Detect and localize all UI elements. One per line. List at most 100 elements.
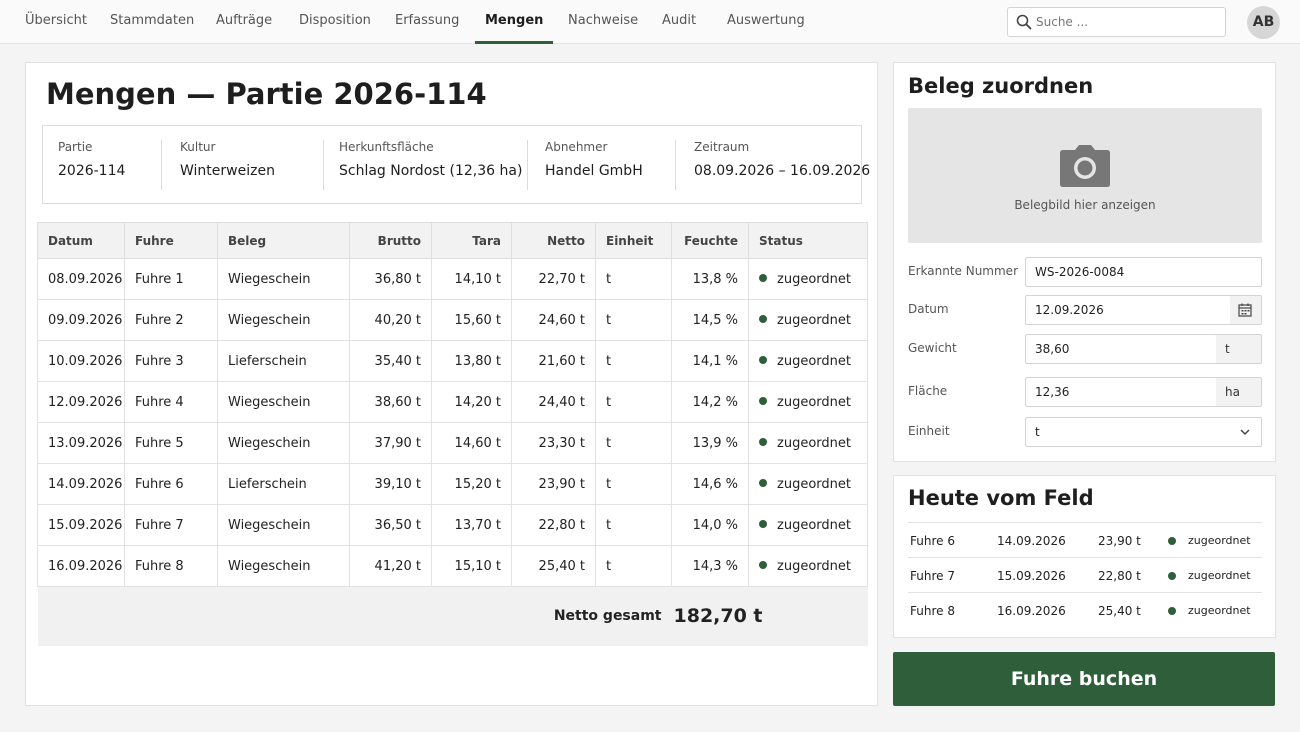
label-erkannte-nummer: Erkannte Nummer [908, 264, 1018, 278]
lot-info-card: Partie 2026-114 Kultur Winterweizen Herk… [42, 125, 870, 204]
avatar[interactable]: AB [1247, 6, 1280, 39]
column-header-fuhre[interactable]: Fuhre [124, 222, 218, 259]
table-row[interactable]: 14.09.2026 Fuhre 6 Lieferschein 39,10 t 15,2… [37, 463, 868, 505]
cell-feuchte: 14,1 % [671, 340, 749, 382]
feed-date: 14.09.2026 [997, 534, 1066, 548]
area-unit-suffix: ha [1216, 377, 1262, 407]
status-dot-icon [759, 519, 767, 528]
today-panel-title: Heute vom Feld [908, 486, 1094, 510]
feed-row[interactable]: Fuhre 6 14.09.2026 23,90 t zugeordnet [908, 522, 1262, 557]
nav-item-audit[interactable]: Audit [662, 0, 696, 44]
nav-item-disposition[interactable]: Disposition [299, 0, 371, 44]
column-header-status[interactable]: Status [748, 222, 868, 259]
cell-tara: 15,60 t [431, 299, 512, 341]
info-zeitraum: Zeitraum 08.09.2026 – 16.09.2026 [694, 140, 870, 190]
feed-row[interactable]: Fuhre 8 16.09.2026 25,40 t zugeordnet [908, 592, 1262, 627]
nav-item-nachweise[interactable]: Nachweise [568, 0, 638, 44]
cell-feuchte: 14,0 % [671, 504, 749, 546]
unit-select-value: t [1035, 425, 1040, 439]
table-row[interactable]: 08.09.2026 Fuhre 1 Wiegeschein 36,80 t 14,10… [37, 258, 868, 300]
cell-brutto: 39,10 t [349, 463, 432, 505]
label-einheit: Einheit [908, 424, 950, 438]
cell-datum: 16.09.2026 [37, 545, 125, 587]
nav-item-auftraege[interactable]: Aufträge [216, 0, 272, 44]
info-label: Abnehmer [545, 140, 608, 154]
feed-row[interactable]: Fuhre 7 15.09.2026 22,80 t zugeordnet [908, 557, 1262, 592]
assign-panel-title: Beleg zuordnen [908, 74, 1094, 98]
search-input[interactable] [1036, 8, 1221, 36]
document-image-placeholder[interactable]: Belegbild hier anzeigen [908, 108, 1262, 243]
cell-einheit: t [595, 258, 672, 300]
column-header-beleg[interactable]: Beleg [217, 222, 350, 259]
column-header-brutto[interactable]: Brutto [349, 222, 432, 259]
info-label: Partie [58, 140, 93, 154]
cell-netto: 25,40 t [511, 545, 596, 587]
chevron-down-icon [1240, 429, 1250, 436]
date-picker-button[interactable] [1230, 295, 1262, 325]
page-title: Mengen — Partie 2026-114 [46, 77, 487, 111]
info-value: Schlag Nordost (12,36 ha) [339, 163, 523, 179]
nav-item-auswertung[interactable]: Auswertung [727, 0, 805, 44]
cell-status: zugeordnet [748, 545, 868, 587]
status-label: zugeordnet [777, 558, 851, 574]
column-header-tara[interactable]: Tara [431, 222, 512, 259]
table-row[interactable]: 13.09.2026 Fuhre 5 Wiegeschein 37,90 t 14,60… [37, 422, 868, 464]
feed-fuhre: Fuhre 6 [910, 534, 955, 548]
total-value: 182,70 t [671, 586, 868, 646]
info-value: 2026-114 [58, 163, 126, 179]
area-input[interactable] [1025, 377, 1217, 407]
table-row[interactable]: 10.09.2026 Fuhre 3 Lieferschein 35,40 t 13,8… [37, 340, 868, 382]
cell-datum: 10.09.2026 [37, 340, 125, 382]
column-header-netto[interactable]: Netto [511, 222, 596, 259]
feed-fuhre: Fuhre 7 [910, 569, 955, 583]
column-header-einheit[interactable]: Einheit [595, 222, 672, 259]
feed-date: 16.09.2026 [997, 604, 1066, 618]
cell-status: zugeordnet [748, 381, 868, 423]
weight-input[interactable] [1025, 334, 1217, 364]
info-label: Herkunftsfläche [339, 140, 434, 154]
divider [675, 140, 676, 190]
recognized-number-input[interactable] [1025, 257, 1262, 287]
feed-netto: 23,90 t [1098, 534, 1141, 548]
cell-beleg: Wiegeschein [217, 422, 350, 464]
table-row[interactable]: 12.09.2026 Fuhre 4 Wiegeschein 38,60 t 14,20… [37, 381, 868, 423]
nav-item-stammdaten[interactable]: Stammdaten [110, 0, 194, 44]
date-input[interactable] [1025, 295, 1231, 325]
cell-beleg: Wiegeschein [217, 545, 350, 587]
cell-tara: 14,20 t [431, 381, 512, 423]
calendar-icon [1238, 303, 1252, 317]
nav-item-mengen[interactable]: Mengen [474, 0, 554, 44]
table-row[interactable]: 09.09.2026 Fuhre 2 Wiegeschein 40,20 t 15,60… [37, 299, 868, 341]
divider [161, 140, 162, 190]
label-datum: Datum [908, 302, 949, 316]
column-header-datum[interactable]: Datum [37, 222, 125, 259]
cell-feuchte: 13,9 % [671, 422, 749, 464]
cell-netto: 23,30 t [511, 422, 596, 464]
table-row[interactable]: 15.09.2026 Fuhre 7 Wiegeschein 36,50 t 13,70… [37, 504, 868, 546]
info-label: Kultur [180, 140, 216, 154]
cell-brutto: 36,50 t [349, 504, 432, 546]
status-dot-icon [1168, 607, 1176, 615]
cell-tara: 13,70 t [431, 504, 512, 546]
cell-einheit: t [595, 340, 672, 382]
nav-item-erfassung[interactable]: Erfassung [395, 0, 459, 44]
cell-tara: 14,60 t [431, 422, 512, 464]
cell-tara: 13,80 t [431, 340, 512, 382]
cell-einheit: t [595, 463, 672, 505]
table-row[interactable]: 16.09.2026 Fuhre 8 Wiegeschein 41,20 t 15,10… [37, 545, 868, 587]
column-header-feuchte[interactable]: Feuchte [671, 222, 749, 259]
cell-fuhre: Fuhre 7 [124, 504, 218, 546]
search-box[interactable] [1007, 7, 1226, 37]
feed-status: zugeordnet [1188, 569, 1251, 582]
cell-einheit: t [595, 381, 672, 423]
total-row: Netto gesamt 182,70 t [37, 586, 868, 646]
cell-einheit: t [595, 422, 672, 464]
status-dot-icon [759, 314, 767, 323]
today-panel: Heute vom Feld Fuhre 6 14.09.2026 23,90 t z… [893, 475, 1276, 638]
unit-select[interactable]: t [1025, 417, 1262, 447]
label-gewicht: Gewicht [908, 341, 957, 355]
nav-item-uebersicht[interactable]: Übersicht [25, 0, 87, 44]
book-delivery-button[interactable]: Fuhre buchen [893, 652, 1275, 706]
search-icon [1016, 14, 1032, 30]
deliveries-table: Datum Fuhre Beleg Brutto Tara Netto Einh… [37, 222, 868, 646]
